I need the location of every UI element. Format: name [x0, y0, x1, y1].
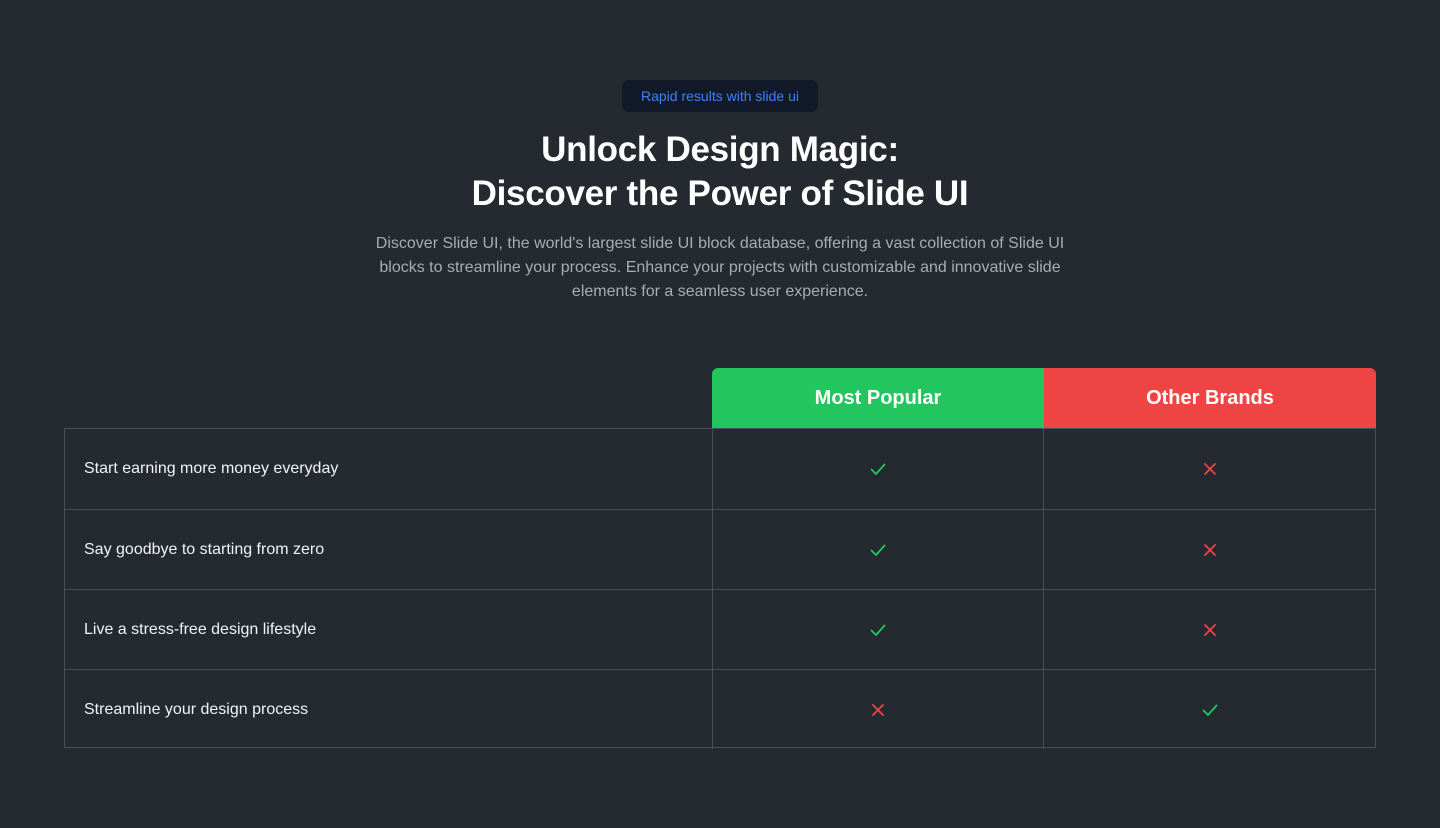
cross-icon — [871, 703, 884, 716]
popular-cell — [711, 670, 1044, 749]
table-row: Say goodbye to starting from zero — [65, 509, 1375, 589]
popular-cell — [711, 590, 1044, 669]
other-cell — [1043, 590, 1375, 669]
popular-cell — [711, 429, 1044, 509]
hero-description: Discover Slide UI, the world's largest s… — [375, 235, 1065, 300]
other-cell — [1043, 510, 1375, 589]
feature-label: Live a stress-free design lifestyle — [84, 620, 317, 638]
table-row: Live a stress-free design lifestyle — [65, 589, 1375, 669]
check-icon — [870, 544, 886, 556]
check-icon — [870, 624, 886, 636]
feature-label: Streamline your design process — [84, 700, 309, 718]
feature-label: Start earning more money everyday — [84, 460, 339, 477]
title-line-2: Discover the Power of Slide UI — [471, 174, 969, 213]
table-row: Start earning more money everyday — [65, 429, 1375, 509]
cross-icon — [1203, 463, 1216, 475]
hero-badge: Rapid results with slide ui — [622, 80, 818, 112]
table-row: Streamline your design process — [65, 669, 1375, 749]
title-line-1: Unlock Design Magic: — [541, 130, 899, 169]
other-cell — [1043, 429, 1375, 509]
feature-label: Say goodbye to starting from zero — [84, 540, 325, 558]
other-cell — [1043, 670, 1375, 749]
cross-icon — [1203, 623, 1216, 636]
cross-icon — [1203, 543, 1216, 556]
comparison-section: Rapid results with slide ui Unlock Desig… — [0, 0, 1440, 828]
popular-cell — [711, 510, 1044, 589]
check-icon — [1202, 704, 1218, 716]
page-title: Unlock Design Magic: Discover the Power … — [320, 128, 1120, 216]
comparison-table: Start earning more money everyday Say go… — [64, 428, 1376, 749]
check-icon — [870, 463, 886, 475]
column-header-most-popular: Most Popular — [712, 368, 1044, 428]
column-header-other-brands: Other Brands — [1044, 368, 1376, 428]
